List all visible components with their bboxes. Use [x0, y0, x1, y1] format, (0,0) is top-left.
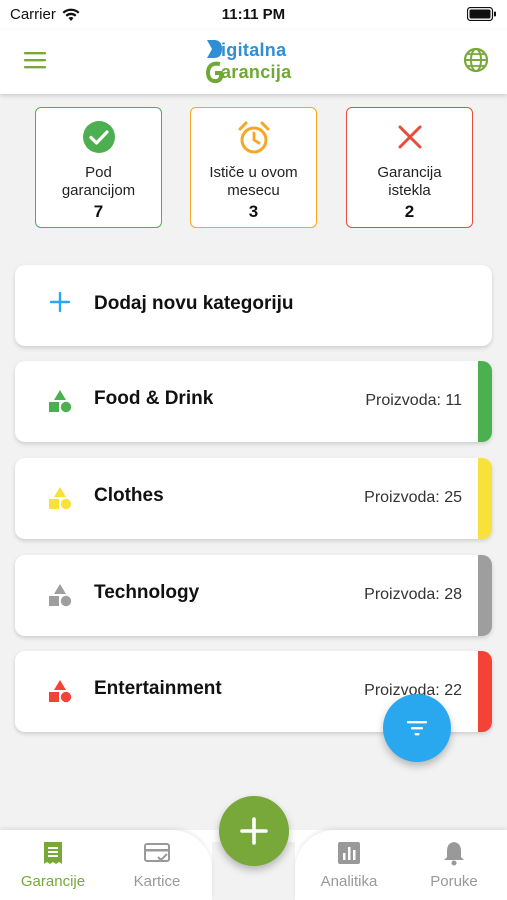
- category-color-stripe: [478, 555, 492, 636]
- status-bar: Carrier 11:11 PM: [0, 0, 507, 30]
- battery-icon: [466, 6, 497, 25]
- category-count: Proizvoda: 28: [364, 586, 462, 603]
- shapes-icon: [49, 584, 72, 607]
- category-count: Proizvoda: 11: [365, 392, 462, 409]
- alarm-clock-icon: [191, 120, 316, 154]
- nav-item-poruke[interactable]: Poruke: [409, 838, 499, 890]
- category-count: Proizvoda: 25: [364, 489, 462, 506]
- nav-item-analitika[interactable]: Analitika: [304, 838, 394, 890]
- nav-label: Poruke: [430, 873, 478, 890]
- category-color-stripe: [478, 458, 492, 539]
- app-header: igitalna arancija: [0, 30, 507, 94]
- menu-icon[interactable]: [22, 48, 50, 72]
- warranty-summary: Pod garancijom 7 Ističe u ovom mesecu 3 …: [35, 107, 473, 229]
- add-category-button[interactable]: Dodaj novu kategoriju: [15, 265, 492, 346]
- stat-label-line: Ističe u ovom: [209, 164, 298, 181]
- nav-item-kartice[interactable]: Kartice: [112, 838, 202, 890]
- add-category-label: Dodaj novu kategoriju: [94, 293, 294, 314]
- app-logo: igitalna arancija: [205, 34, 305, 90]
- stat-label: Ističe u ovom mesecu: [191, 164, 316, 200]
- shapes-icon: [49, 390, 72, 413]
- stat-label-line: garancijom: [61, 182, 136, 199]
- filter-icon: [407, 721, 427, 736]
- category-card-clothes[interactable]: Clothes Proizvoda: 25: [15, 458, 492, 539]
- stat-label-line: istekla: [388, 182, 431, 199]
- category-name: Food & Drink: [94, 388, 214, 409]
- stat-count: 7: [93, 202, 104, 221]
- nav-label: Garancije: [20, 873, 86, 890]
- nav-label: Kartice: [133, 873, 181, 890]
- category-name: Entertainment: [94, 678, 222, 699]
- card-icon: [112, 838, 202, 868]
- stat-label-line: mesecu: [227, 182, 280, 199]
- category-name: Clothes: [94, 485, 164, 506]
- nav-label: Analitika: [320, 873, 378, 890]
- status-time: 11:11 PM: [221, 6, 286, 23]
- add-warranty-button[interactable]: [219, 796, 289, 866]
- stat-expiring-this-month[interactable]: Ističe u ovom mesecu 3: [190, 107, 317, 228]
- logo-text-top: igitalna: [221, 40, 287, 60]
- stat-label-line: Garancija: [377, 164, 442, 181]
- stat-label-line: Pod: [85, 164, 112, 181]
- stat-label: Garancija istekla: [347, 164, 472, 200]
- plus-icon: [49, 291, 71, 313]
- stat-count: 3: [248, 202, 259, 221]
- plus-icon: [240, 817, 268, 845]
- filter-button[interactable]: [383, 694, 451, 762]
- bell-icon: [409, 838, 499, 868]
- logo-text-bottom: arancija: [221, 62, 292, 82]
- category-card-technology[interactable]: Technology Proizvoda: 28: [15, 555, 492, 636]
- stat-count: 2: [404, 202, 415, 221]
- shapes-icon: [49, 680, 72, 703]
- nav-item-garancije[interactable]: Garancije: [8, 838, 98, 890]
- close-icon: [347, 120, 472, 154]
- stat-label: Pod garancijom: [36, 164, 161, 200]
- category-card-food-drink[interactable]: Food & Drink Proizvoda: 11: [15, 361, 492, 442]
- category-color-stripe: [478, 651, 492, 732]
- bar-chart-icon: [304, 838, 394, 868]
- document-icon: [8, 838, 98, 868]
- category-color-stripe: [478, 361, 492, 442]
- shapes-icon: [49, 487, 72, 510]
- check-circle-icon: [36, 120, 161, 154]
- stat-expired[interactable]: Garancija istekla 2: [346, 107, 473, 228]
- stat-under-warranty[interactable]: Pod garancijom 7: [35, 107, 162, 228]
- category-name: Technology: [94, 582, 200, 603]
- globe-icon[interactable]: [461, 45, 491, 75]
